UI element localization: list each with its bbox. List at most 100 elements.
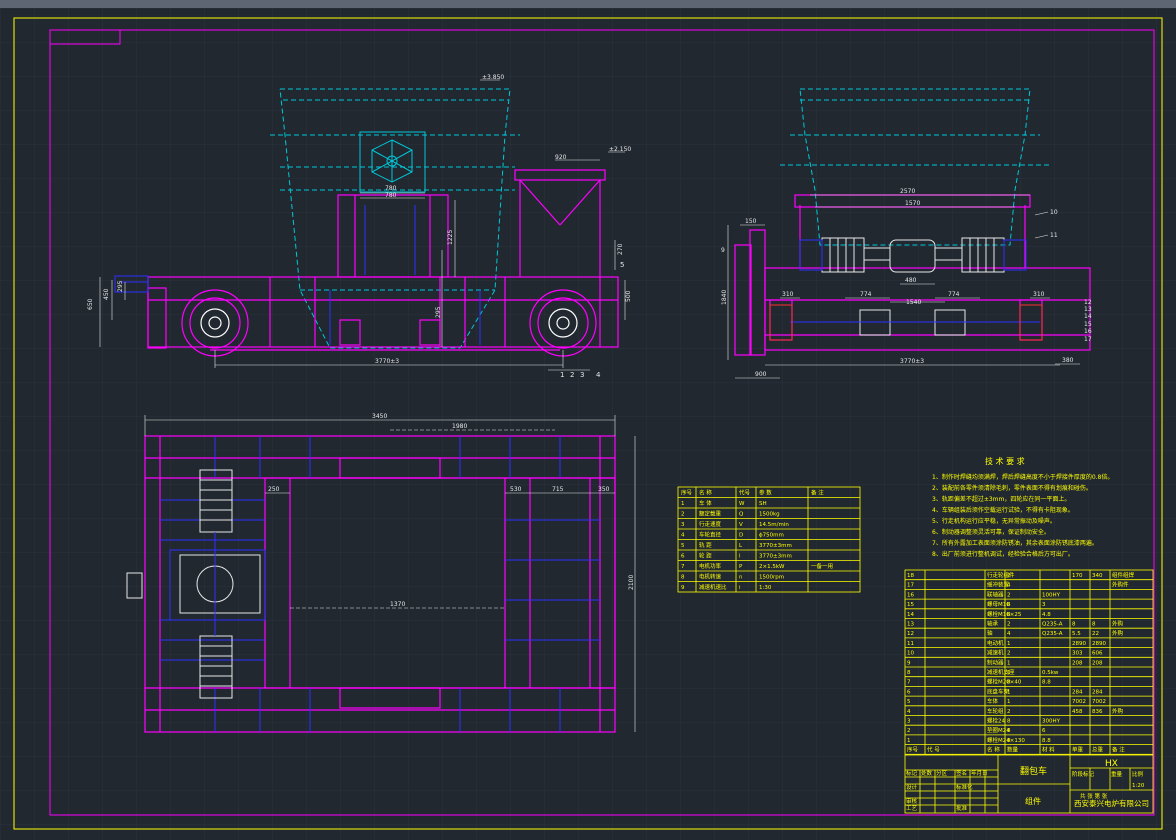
bom-header-cell: 代 号 <box>927 746 940 754</box>
spec-cell: 8 <box>681 575 685 581</box>
bom-cell: 7 <box>907 680 911 686</box>
spec-cell: ϕ750mm <box>759 533 784 539</box>
spec-cell: 1500kg <box>759 512 780 518</box>
dim-plan-total: 3450 <box>372 413 387 420</box>
bom-header-cell: 数量 <box>1007 746 1019 754</box>
tech-req-7: 7、所有外露加工表面须涂防锈油，其余表面涂防锈底漆两遍。 <box>932 539 1098 547</box>
bom-cell: 2 <box>1007 622 1011 628</box>
dim-side-bottom: 3770±3 <box>900 358 924 365</box>
dim-side-top: 2570 <box>900 188 915 195</box>
spec-cell: 电机转速 <box>699 573 722 581</box>
spec-cell: D <box>739 533 743 539</box>
bom-cell: 1 <box>907 738 911 744</box>
drawing-code: HX <box>1105 759 1118 769</box>
bom-cell: 17 <box>907 583 914 589</box>
bom-cell: 螺栓M20×40 <box>987 678 1022 686</box>
dim-450: 450 <box>103 288 110 300</box>
bom-header-cell: 序号 <box>907 746 919 754</box>
callout-3: 3 <box>580 371 584 379</box>
tech-req-8: 8、出厂前须进行整机调试，经检验合格后方可出厂。 <box>932 550 1074 558</box>
bom-cell: 2890 <box>1072 641 1086 647</box>
bom-cell: 8 <box>1092 622 1096 628</box>
tech-req-5: 5、行走机构运行应平稳，无异常振动及噪声。 <box>932 517 1056 525</box>
dim-780a: 780 <box>385 185 397 192</box>
bom-header-cell: 材 料 <box>1042 746 1055 754</box>
bom-cell: 轴承 <box>987 620 999 628</box>
bom-cell: 16 <box>907 592 914 598</box>
bom-cell: Q235-A <box>1042 631 1063 637</box>
dim-310b: 310 <box>1033 291 1045 298</box>
spec-cell: 额定载重 <box>699 510 722 518</box>
bom-cell: 组件组焊 <box>1112 571 1135 579</box>
bom-cell: 外购件 <box>1112 581 1129 589</box>
bom-cell: 2 <box>1007 709 1011 715</box>
dim-1980: 1980 <box>452 423 467 430</box>
tech-req-4: 4、车辆组装后须作空载运行试验，不得有卡阻现象。 <box>932 506 1074 514</box>
bom-cell: 7002 <box>1092 699 1106 705</box>
spec-cell: 2 <box>681 512 685 518</box>
spec-cell: SH <box>759 501 767 507</box>
dim-530: 530 <box>510 486 522 493</box>
bom-cell: 12 <box>907 631 914 637</box>
bom-cell: 340 <box>1092 573 1103 579</box>
bom-cell: 8 <box>907 670 911 676</box>
bom-cell: 2890 <box>1092 641 1106 647</box>
bom-cell: 1 <box>1007 641 1011 647</box>
spec-cell: V <box>739 522 743 528</box>
spec-cell: 3770±3mm <box>759 543 792 549</box>
bom-header-cell: 总重 <box>1092 746 1104 754</box>
bom-cell: 8 <box>1007 728 1011 734</box>
bom-cell: 8 <box>1007 680 1011 686</box>
bom-cell: 8.8 <box>1042 738 1051 744</box>
callout-1: 1 <box>560 371 564 379</box>
bom-cell: 1 <box>1007 670 1011 676</box>
bom-cell: 208 <box>1072 660 1083 666</box>
bom-cell: 10 <box>907 651 914 657</box>
bom-cell: 减速机 <box>987 649 1004 657</box>
tech-req-6: 6、制动器调整须灵活可靠，保证制动安全。 <box>932 528 1050 536</box>
bom-cell: 6 <box>907 689 911 695</box>
callout-17: 17 <box>1084 336 1092 343</box>
cad-viewport[interactable]: ±3.850 ±2.150 920 780 780 3770±3 650 450… <box>0 0 1176 840</box>
bom-cell: 8 <box>1007 602 1011 608</box>
dim-350: 350 <box>598 486 610 493</box>
bom-cell: 车轮组 <box>987 707 1004 715</box>
dim-500: 500 <box>625 290 632 302</box>
callout-15: 15 <box>1084 321 1092 328</box>
spec-cell: 车 体 <box>699 499 712 507</box>
dim-780b: 780 <box>385 192 397 199</box>
bom-cell: 1 <box>1007 660 1011 666</box>
dim-1540: 1540 <box>906 299 921 306</box>
bom-cell: 18 <box>907 573 914 579</box>
bom-cell: 0.5kw <box>1042 670 1059 676</box>
callout-9: 9 <box>721 247 725 254</box>
bom-cell: 轴 <box>987 629 993 637</box>
callout-4: 4 <box>596 371 601 379</box>
drawing-type: 组件 <box>1025 796 1041 806</box>
dim-150: 150 <box>745 218 757 225</box>
callout-16: 16 <box>1084 328 1092 335</box>
dim-380: 380 <box>1062 357 1074 364</box>
bom-header-cell: 名 称 <box>987 746 1000 754</box>
bom-cell: 螺栓M16×25 <box>987 610 1022 618</box>
callout-5: 5 <box>620 261 624 269</box>
tb-sign: 签名 <box>956 769 967 777</box>
dim-650: 650 <box>87 298 94 310</box>
callout-12: 12 <box>1084 299 1092 306</box>
callout-10: 10 <box>1050 209 1058 216</box>
spec-cell: W <box>739 501 745 507</box>
spec-cell: 电机功率 <box>699 562 722 570</box>
bom-cell: 电动机 <box>987 639 1004 647</box>
spec-cell: Q <box>739 512 744 518</box>
spec-cell: 减速机速比 <box>699 583 727 591</box>
viewer-toolbar[interactable] <box>0 0 1176 8</box>
dim-center-295: 295 <box>435 306 442 318</box>
tb-count: 处数 <box>921 769 933 777</box>
dim-front-bottom: 3770±3 <box>375 358 399 365</box>
ratio-value: 1:20 <box>1132 783 1145 789</box>
bom-cell: 4.8 <box>1042 612 1051 618</box>
bom-cell: 2 <box>907 728 911 734</box>
tb-approve: 批准 <box>956 804 968 812</box>
bom-cell: 4 <box>907 709 911 715</box>
tb-zone: 分区 <box>936 769 948 777</box>
